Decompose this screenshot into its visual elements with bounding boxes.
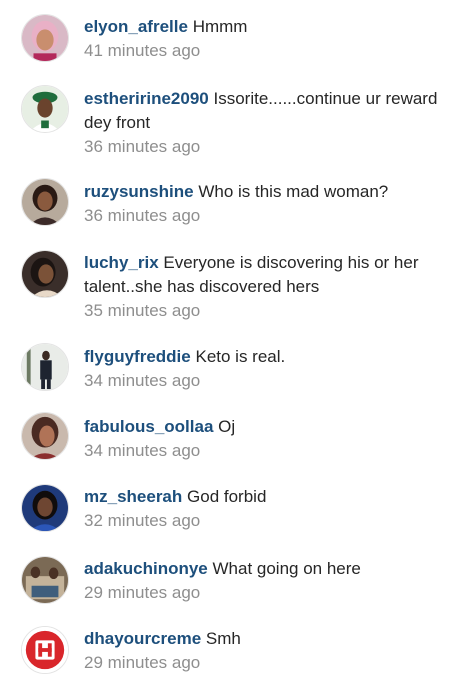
comment-text: Keto is real.	[195, 347, 286, 366]
comment-username[interactable]: elyon_afrelle	[84, 17, 188, 36]
avatar-woman-icon[interactable]	[21, 412, 69, 460]
comment-username[interactable]: luchy_rix	[84, 253, 159, 272]
comment-text: God forbid	[187, 487, 267, 506]
comment-text: Hmmm	[192, 17, 248, 36]
comment-username[interactable]: estheririne2090	[84, 89, 209, 108]
avatar-woman-icon[interactable]	[21, 250, 69, 298]
avatar-woman-icon[interactable]	[21, 178, 69, 226]
comment-time: 29 minutes ago	[84, 583, 201, 602]
comment-time: 34 minutes ago	[84, 371, 201, 390]
comment-time: 41 minutes ago	[84, 41, 201, 60]
comment-username[interactable]: dhayourcreme	[84, 629, 201, 648]
comment-time: 35 minutes ago	[84, 301, 201, 320]
comment-text: Oj	[218, 417, 236, 436]
comment-text: Who is this mad woman?	[198, 182, 389, 201]
comment-time: 36 minutes ago	[84, 206, 201, 225]
avatar-woman-pink-hair-icon[interactable]	[21, 14, 69, 62]
comment-username[interactable]: ruzysunshine	[84, 182, 194, 201]
comment-text: What going on here	[212, 559, 361, 578]
comment-time: 34 minutes ago	[84, 441, 201, 460]
comment-text: Smh	[205, 629, 241, 648]
comment-list: elyon_afrelle Hmmm 41 minutes ago esther…	[0, 0, 474, 678]
comment-username[interactable]: flyguyfreddie	[84, 347, 191, 366]
avatar-woman-blue-icon[interactable]	[21, 484, 69, 532]
comment-time: 32 minutes ago	[84, 511, 201, 530]
comment-username[interactable]: mz_sheerah	[84, 487, 182, 506]
comment-time: 36 minutes ago	[84, 137, 201, 156]
avatar-man-suit-icon[interactable]	[21, 343, 69, 391]
avatar-logo-red-icon[interactable]	[21, 626, 69, 674]
comment-time: 29 minutes ago	[84, 653, 201, 672]
comment-username[interactable]: fabulous_oollaa	[84, 417, 213, 436]
avatar-group-icon[interactable]	[21, 556, 69, 604]
comment-username[interactable]: adakuchinonye	[84, 559, 208, 578]
avatar-woman-cap-icon[interactable]	[21, 85, 69, 133]
